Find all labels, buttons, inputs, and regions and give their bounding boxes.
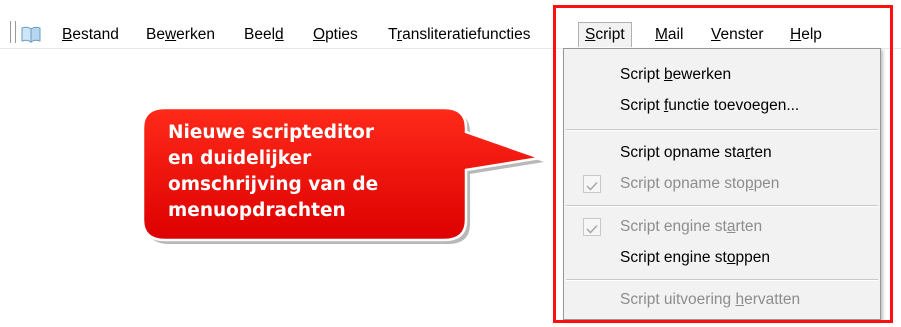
callout-text: Nieuwe scripteditor en duidelijker omsch… — [168, 120, 468, 224]
callout-line: en duidelijker — [168, 148, 312, 169]
callout-line: omschrijving van de — [168, 174, 379, 195]
callout-line: Nieuwe scripteditor — [168, 122, 374, 143]
callout-line: menuopdrachten — [168, 200, 346, 221]
